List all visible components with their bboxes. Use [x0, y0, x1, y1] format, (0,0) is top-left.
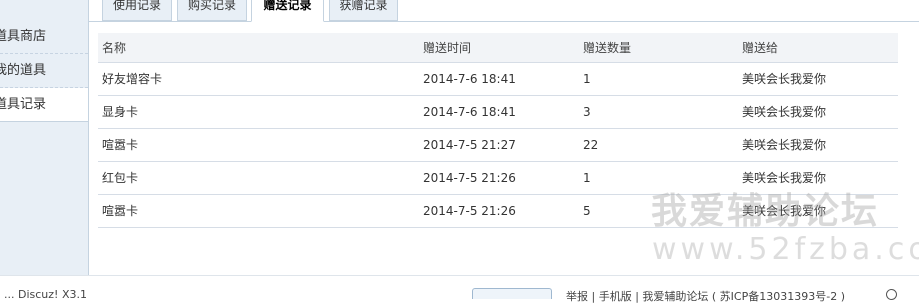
- tab-bar: 使用记录 购买记录 赠送记录 获赠记录: [89, 0, 919, 22]
- table-header-row: 名称 赠送时间 赠送数量 赠送给: [98, 33, 898, 63]
- item-name: 好友增容卡: [102, 72, 163, 86]
- table-row: 显身卡 2014-7-6 18:41 3 美咲会长我爱你: [98, 96, 898, 129]
- tab-use-records[interactable]: 使用记录: [102, 0, 172, 21]
- tab-gift-records[interactable]: 赠送记录: [251, 0, 324, 22]
- column-header-recipient: 赠送给: [742, 41, 779, 55]
- gift-time: 2014-7-6 18:41: [423, 72, 516, 86]
- item-name: 红包卡: [102, 171, 139, 185]
- watermark-url: www.52fzba.com: [652, 232, 919, 267]
- sidebar-item-my-items[interactable]: 我的道具: [0, 54, 88, 88]
- sidebar-item-shop[interactable]: 道具商店: [0, 20, 88, 54]
- sidebar-item-label: 道具商店: [0, 29, 47, 44]
- column-header-name: 名称: [102, 41, 127, 55]
- gift-quantity: 1: [583, 171, 591, 185]
- footer-links[interactable]: 举报 | 手机版 | 我爱辅助论坛 ( 苏ICP备13031393号-2 ): [566, 288, 845, 304]
- column-header-quantity: 赠送数量: [583, 41, 632, 55]
- page-footer: ... Discuz! X3.1 举报 | 手机版 | 我爱辅助论坛 ( 苏IC…: [0, 275, 919, 303]
- item-name: 显身卡: [102, 105, 139, 119]
- gift-recipient: 美咲会长我爱你: [742, 105, 827, 119]
- item-name: 喧嚣卡: [102, 204, 139, 218]
- gift-quantity: 1: [583, 72, 591, 86]
- online-service-button[interactable]: [472, 288, 552, 299]
- gift-recipient: 美咲会长我爱你: [742, 72, 827, 86]
- table-row: 喧嚣卡 2014-7-5 21:27 22 美咲会长我爱你: [98, 129, 898, 162]
- sidebar-item-label: 道具记录: [0, 97, 47, 112]
- gift-time: 2014-7-5 21:26: [423, 204, 516, 218]
- column-header-time: 赠送时间: [423, 41, 472, 55]
- sidebar-item-records[interactable]: 道具记录: [0, 88, 88, 122]
- sidebar: 道具商店 我的道具 道具记录: [0, 0, 89, 275]
- gift-time: 2014-7-5 21:26: [423, 171, 516, 185]
- watermark-title: 我爱辅助论坛: [651, 191, 880, 232]
- item-name: 喧嚣卡: [102, 138, 139, 152]
- gift-quantity: 5: [583, 204, 591, 218]
- gift-recipient: 美咲会长我爱你: [742, 138, 827, 152]
- gift-quantity: 22: [583, 138, 599, 152]
- sidebar-item-label: 我的道具: [0, 63, 47, 78]
- gift-quantity: 3: [583, 105, 591, 119]
- tab-purchase-records[interactable]: 购买记录: [177, 0, 247, 21]
- gift-time: 2014-7-5 21:27: [423, 138, 516, 152]
- tab-received-records[interactable]: 获赠记录: [329, 0, 398, 21]
- table-row: 好友增容卡 2014-7-6 18:41 1 美咲会长我爱你: [98, 63, 898, 96]
- gift-time: 2014-7-6 18:41: [423, 105, 516, 119]
